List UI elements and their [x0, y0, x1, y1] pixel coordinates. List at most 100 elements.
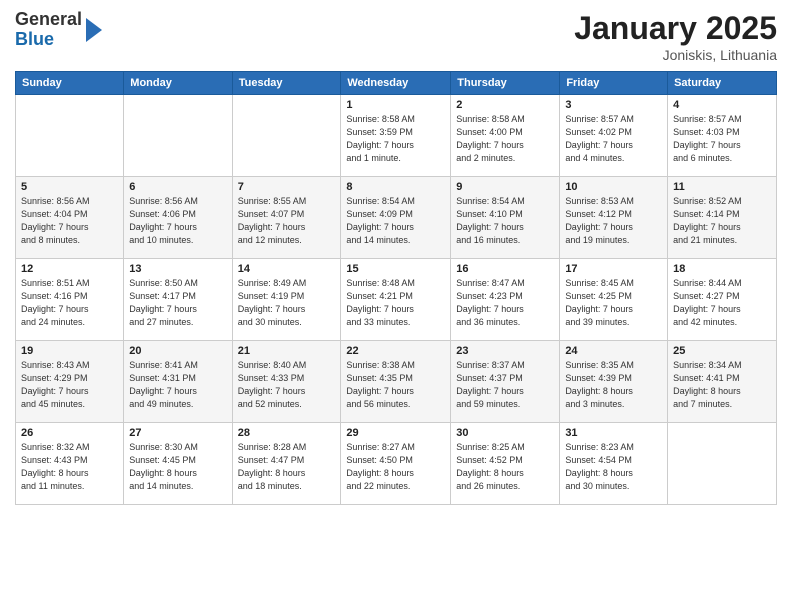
- cell-w5-d1: 26Sunrise: 8:32 AM Sunset: 4:43 PM Dayli…: [16, 423, 124, 505]
- cell-w1-d6: 3 Sunrise: 8:57 AM Sunset: 4:02 PM Daylig…: [560, 95, 668, 177]
- day-info: Sunrise: 8:54 AM Sunset: 4:10 PM Dayligh…: [456, 195, 554, 247]
- day-info: Sunrise: 8:27 AM Sunset: 4:50 PM Dayligh…: [346, 441, 445, 493]
- day-number: 11: [673, 181, 771, 193]
- day-number: 18: [673, 263, 771, 275]
- cell-w5-d6: 31 Sunrise: 8:23 AM Sunset: 4:54 PM Dayli…: [560, 423, 668, 505]
- cell-w4-d1: 19Sunrise: 8:43 AM Sunset: 4:29 PM Dayli…: [16, 341, 124, 423]
- day-info: Sunrise: 8:49 AM Sunset: 4:19 PM Dayligh…: [238, 277, 336, 329]
- header-row: Sunday Monday Tuesday Wednesday Thursday…: [16, 72, 777, 95]
- cell-w5-d4: 29 Sunrise: 8:27 AM Sunset: 4:50 PM Dayli…: [341, 423, 451, 505]
- day-number: 24: [565, 345, 662, 357]
- day-info: Sunrise: 8:45 AM Sunset: 4:25 PM Dayligh…: [565, 277, 662, 329]
- week-row-5: 26Sunrise: 8:32 AM Sunset: 4:43 PM Dayli…: [16, 423, 777, 505]
- cell-w1-d5: 2Sunrise: 8:58 AM Sunset: 4:00 PM Daylig…: [451, 95, 560, 177]
- cell-w1-d3: [232, 95, 341, 177]
- day-number: 3: [565, 99, 662, 111]
- day-number: 10: [565, 181, 662, 193]
- day-number: 13: [129, 263, 226, 275]
- week-row-1: 1 Sunrise: 8:58 AM Sunset: 3:59 PM Daylig…: [16, 95, 777, 177]
- day-info: Sunrise: 8:48 AM Sunset: 4:21 PM Dayligh…: [346, 277, 445, 329]
- day-info: Sunrise: 8:35 AM Sunset: 4:39 PM Dayligh…: [565, 359, 662, 411]
- cell-w1-d4: 1 Sunrise: 8:58 AM Sunset: 3:59 PM Daylig…: [341, 95, 451, 177]
- cell-w2-d3: 7 Sunrise: 8:55 AM Sunset: 4:07 PM Daylig…: [232, 177, 341, 259]
- cell-w3-d6: 17 Sunrise: 8:45 AM Sunset: 4:25 PM Dayli…: [560, 259, 668, 341]
- col-friday: Friday: [560, 72, 668, 95]
- day-info: Sunrise: 8:57 AM Sunset: 4:03 PM Dayligh…: [673, 113, 771, 165]
- day-number: 26: [21, 427, 118, 439]
- cell-w3-d1: 12 Sunrise: 8:51 AM Sunset: 4:16 PM Dayli…: [16, 259, 124, 341]
- day-number: 21: [238, 345, 336, 357]
- cell-w1-d7: 4 Sunrise: 8:57 AM Sunset: 4:03 PM Daylig…: [668, 95, 777, 177]
- day-info: Sunrise: 8:41 AM Sunset: 4:31 PM Dayligh…: [129, 359, 226, 411]
- day-info: Sunrise: 8:47 AM Sunset: 4:23 PM Dayligh…: [456, 277, 554, 329]
- day-number: 6: [129, 181, 226, 193]
- day-info: Sunrise: 8:57 AM Sunset: 4:02 PM Dayligh…: [565, 113, 662, 165]
- day-number: 12: [21, 263, 118, 275]
- day-number: 17: [565, 263, 662, 275]
- day-info: Sunrise: 8:56 AM Sunset: 4:04 PM Dayligh…: [21, 195, 118, 247]
- day-info: Sunrise: 8:58 AM Sunset: 3:59 PM Dayligh…: [346, 113, 445, 165]
- day-info: Sunrise: 8:50 AM Sunset: 4:17 PM Dayligh…: [129, 277, 226, 329]
- cell-w5-d5: 30Sunrise: 8:25 AM Sunset: 4:52 PM Dayli…: [451, 423, 560, 505]
- day-number: 8: [346, 181, 445, 193]
- col-monday: Monday: [124, 72, 232, 95]
- cell-w1-d1: [16, 95, 124, 177]
- day-number: 4: [673, 99, 771, 111]
- week-row-4: 19Sunrise: 8:43 AM Sunset: 4:29 PM Dayli…: [16, 341, 777, 423]
- day-number: 20: [129, 345, 226, 357]
- day-number: 1: [346, 99, 445, 111]
- header: General Blue January 2025 Joniskis, Lith…: [15, 10, 777, 63]
- day-number: 9: [456, 181, 554, 193]
- cell-w3-d2: 13 Sunrise: 8:50 AM Sunset: 4:17 PM Dayli…: [124, 259, 232, 341]
- day-number: 16: [456, 263, 554, 275]
- cell-w2-d1: 5 Sunrise: 8:56 AM Sunset: 4:04 PM Daylig…: [16, 177, 124, 259]
- col-sunday: Sunday: [16, 72, 124, 95]
- calendar-table: Sunday Monday Tuesday Wednesday Thursday…: [15, 71, 777, 505]
- title-section: January 2025 Joniskis, Lithuania: [574, 10, 777, 63]
- day-info: Sunrise: 8:52 AM Sunset: 4:14 PM Dayligh…: [673, 195, 771, 247]
- cell-w3-d5: 16 Sunrise: 8:47 AM Sunset: 4:23 PM Dayli…: [451, 259, 560, 341]
- cell-w4-d7: 25Sunrise: 8:34 AM Sunset: 4:41 PM Dayli…: [668, 341, 777, 423]
- week-row-2: 5 Sunrise: 8:56 AM Sunset: 4:04 PM Daylig…: [16, 177, 777, 259]
- day-number: 5: [21, 181, 118, 193]
- day-number: 7: [238, 181, 336, 193]
- cell-w2-d2: 6 Sunrise: 8:56 AM Sunset: 4:06 PM Daylig…: [124, 177, 232, 259]
- day-info: Sunrise: 8:34 AM Sunset: 4:41 PM Dayligh…: [673, 359, 771, 411]
- page: General Blue January 2025 Joniskis, Lith…: [0, 0, 792, 612]
- logo-blue: Blue: [15, 30, 82, 50]
- day-number: 31: [565, 427, 662, 439]
- cell-w1-d2: [124, 95, 232, 177]
- cell-w3-d7: 18 Sunrise: 8:44 AM Sunset: 4:27 PM Dayli…: [668, 259, 777, 341]
- cell-w4-d5: 23Sunrise: 8:37 AM Sunset: 4:37 PM Dayli…: [451, 341, 560, 423]
- day-info: Sunrise: 8:51 AM Sunset: 4:16 PM Dayligh…: [21, 277, 118, 329]
- logo-icon: [84, 16, 104, 44]
- day-info: Sunrise: 8:44 AM Sunset: 4:27 PM Dayligh…: [673, 277, 771, 329]
- location: Joniskis, Lithuania: [574, 47, 777, 63]
- day-info: Sunrise: 8:43 AM Sunset: 4:29 PM Dayligh…: [21, 359, 118, 411]
- cell-w4-d3: 21 Sunrise: 8:40 AM Sunset: 4:33 PM Dayli…: [232, 341, 341, 423]
- cell-w2-d4: 8 Sunrise: 8:54 AM Sunset: 4:09 PM Daylig…: [341, 177, 451, 259]
- day-info: Sunrise: 8:30 AM Sunset: 4:45 PM Dayligh…: [129, 441, 226, 493]
- day-info: Sunrise: 8:56 AM Sunset: 4:06 PM Dayligh…: [129, 195, 226, 247]
- day-info: Sunrise: 8:40 AM Sunset: 4:33 PM Dayligh…: [238, 359, 336, 411]
- day-number: 14: [238, 263, 336, 275]
- col-tuesday: Tuesday: [232, 72, 341, 95]
- day-info: Sunrise: 8:54 AM Sunset: 4:09 PM Dayligh…: [346, 195, 445, 247]
- cell-w5-d7: [668, 423, 777, 505]
- month-title: January 2025: [574, 10, 777, 47]
- day-number: 29: [346, 427, 445, 439]
- logo: General Blue: [15, 10, 104, 50]
- week-row-3: 12 Sunrise: 8:51 AM Sunset: 4:16 PM Dayli…: [16, 259, 777, 341]
- logo-text: General Blue: [15, 10, 82, 50]
- cell-w4-d2: 20 Sunrise: 8:41 AM Sunset: 4:31 PM Dayli…: [124, 341, 232, 423]
- cell-w2-d7: 11 Sunrise: 8:52 AM Sunset: 4:14 PM Dayli…: [668, 177, 777, 259]
- day-number: 23: [456, 345, 554, 357]
- day-number: 22: [346, 345, 445, 357]
- day-info: Sunrise: 8:25 AM Sunset: 4:52 PM Dayligh…: [456, 441, 554, 493]
- cell-w3-d3: 14 Sunrise: 8:49 AM Sunset: 4:19 PM Dayli…: [232, 259, 341, 341]
- day-number: 2: [456, 99, 554, 111]
- day-info: Sunrise: 8:55 AM Sunset: 4:07 PM Dayligh…: [238, 195, 336, 247]
- day-number: 15: [346, 263, 445, 275]
- day-info: Sunrise: 8:23 AM Sunset: 4:54 PM Dayligh…: [565, 441, 662, 493]
- day-number: 27: [129, 427, 226, 439]
